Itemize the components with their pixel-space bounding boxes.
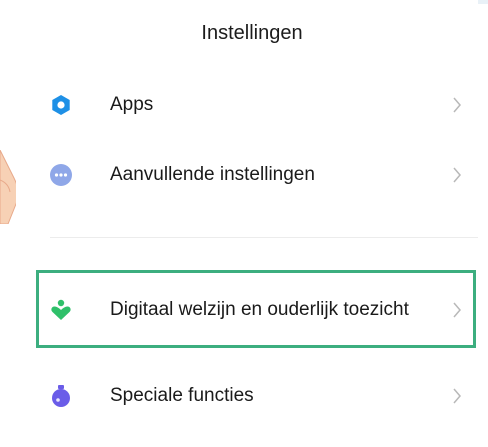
- flask-icon: [52, 385, 70, 407]
- settings-item-label: Apps: [110, 94, 154, 115]
- chevron-right-icon: [453, 388, 461, 404]
- section-divider: [50, 237, 478, 238]
- settings-item-apps[interactable]: Apps: [16, 77, 478, 133]
- chevron-right-icon: [453, 97, 461, 113]
- settings-item-special-features[interactable]: Speciale functies: [16, 368, 478, 424]
- gear-icon: [52, 95, 70, 115]
- more-dots-icon: [50, 164, 72, 186]
- settings-item-additional-settings[interactable]: Aanvullende instellingen: [16, 147, 478, 203]
- page-title: Instellingen: [201, 22, 303, 44]
- chevron-right-icon: [453, 167, 461, 183]
- selection-highlight: [36, 270, 476, 348]
- settings-item-label: Aanvullende instellingen: [110, 164, 315, 185]
- settings-panel: Instellingen Apps Aanvullende instelling…: [16, 0, 478, 447]
- settings-item-label: Speciale functies: [110, 385, 254, 406]
